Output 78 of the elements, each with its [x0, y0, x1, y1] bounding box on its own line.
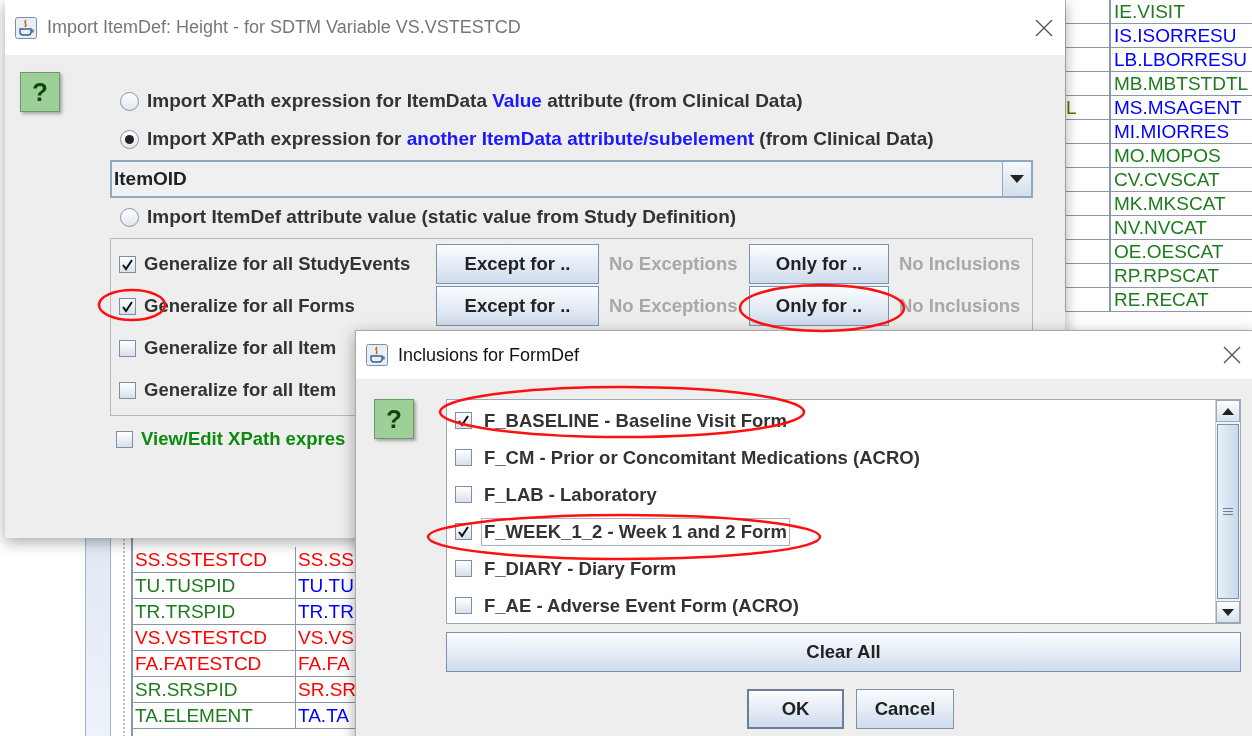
table-cell: RP.RPSCAT — [1114, 264, 1219, 287]
checkbox[interactable] — [119, 339, 136, 357]
radio-button[interactable] — [120, 207, 139, 227]
checkbox[interactable] — [455, 597, 472, 614]
list-item[interactable]: F_DIARY - Diary Form — [481, 554, 680, 583]
checkbox-label: Generalize for all Item — [144, 379, 337, 401]
table-cell: TA.TA — [298, 704, 350, 727]
checkbox[interactable] — [119, 255, 136, 273]
app-icon — [15, 16, 37, 39]
checkbox[interactable] — [119, 381, 136, 399]
radio-button[interactable] — [120, 129, 139, 149]
up-arrow-icon — [1222, 407, 1234, 415]
status-label: No Exceptions — [608, 295, 739, 317]
checkbox[interactable] — [455, 486, 472, 503]
table-cell: IS.ISORRESU — [1114, 24, 1237, 47]
table-cell: CV.CVSCAT — [1114, 168, 1220, 191]
table-cell: LB.LBORRESU — [1114, 48, 1248, 71]
scroll-down-button[interactable] — [1216, 601, 1240, 623]
option-label: Import XPath expression for ItemData Value attribute (from Clinical Data) — [147, 90, 803, 112]
down-arrow-icon — [1222, 608, 1234, 616]
table-cell: SS.SS — [298, 548, 354, 571]
checkbox[interactable] — [119, 297, 136, 315]
list-item[interactable]: F_AE - Adverse Event Form (ACRO) — [481, 591, 802, 620]
table-cell: TR.TRSPID — [135, 600, 236, 623]
table-cell: MO.MOPOS — [1114, 144, 1221, 167]
table-cell: TU.TUSPID — [135, 574, 236, 597]
table-cell: IE.VISIT — [1114, 0, 1185, 23]
close-icon[interactable] — [1035, 18, 1053, 37]
list-item[interactable]: F_LAB - Laboratory — [481, 480, 660, 509]
list-item[interactable]: F_WEEK_1_2 - Week 1 and 2 Form — [481, 517, 790, 546]
scroll-thumb[interactable] — [1217, 424, 1239, 599]
close-icon[interactable] — [1223, 346, 1241, 364]
window-title: Import ItemDef: Height - for SDTM Variable VS.VSTESTCD — [47, 17, 522, 38]
checkbox[interactable] — [455, 449, 472, 466]
scroll-up-button[interactable] — [1216, 400, 1240, 422]
table-cell: NV.NVCAT — [1114, 216, 1207, 239]
except-for-button[interactable]: Except for .. — [436, 286, 599, 326]
only-for-button[interactable]: Only for .. — [749, 286, 889, 326]
table-cell: SS.SSTESTCD — [135, 548, 267, 571]
only-for-button[interactable]: Only for .. — [749, 244, 889, 284]
checkbox-label: Generalize for all StudyEvents — [144, 253, 411, 275]
checkbox[interactable] — [455, 560, 472, 577]
table-cell: TA.ELEMENT — [135, 704, 253, 727]
clear-all-button[interactable]: Clear All — [446, 632, 1241, 672]
status-label: No Exceptions — [608, 253, 739, 275]
checkbox-label: View/Edit XPath expres — [141, 428, 346, 450]
table-cell: RE.RECAT — [1114, 288, 1209, 311]
table-cell: FA.FA — [298, 652, 350, 675]
table-cell: TU.TU — [298, 574, 354, 597]
cancel-button[interactable]: Cancel — [856, 689, 954, 729]
table-cell: SR.SR — [298, 678, 357, 701]
status-label: No Inclusions — [898, 253, 1021, 275]
table-cell: OE.OESCAT — [1114, 240, 1224, 263]
checkbox[interactable] — [116, 430, 133, 448]
table-cell: VS.VSTESTCD — [135, 626, 267, 649]
table-cell: VS.VS — [298, 626, 354, 649]
table-cell: MB.MBTSTDTL — [1114, 72, 1249, 95]
grip-icon — [1223, 508, 1233, 515]
table-cell: MI.MIORRES — [1114, 120, 1230, 143]
table-cell: MS.MSAGENT — [1114, 96, 1242, 119]
except-for-button[interactable]: Except for .. — [436, 244, 599, 284]
radio-button[interactable] — [120, 91, 139, 111]
table-cell: MK.MKSCAT — [1114, 192, 1226, 215]
option-label: Import ItemDef attribute value (static value from Study Definition) — [147, 206, 737, 228]
table-cell: FA.FATESTCD — [135, 652, 262, 675]
window-title: Inclusions for FormDef — [398, 344, 581, 366]
attribute-dropdown[interactable]: ItemOID — [110, 160, 1033, 198]
help-button[interactable]: ? — [374, 399, 414, 439]
table-cell: L — [1066, 96, 1077, 119]
option-label: Import XPath expression for another ItemData attribute/subelement (from Clinical Data) — [147, 128, 934, 150]
caret-icon — [1010, 175, 1024, 183]
help-button[interactable]: ? — [20, 72, 60, 112]
list-item[interactable]: F_CM - Prior or Concomitant Medications (ACRO) — [481, 443, 923, 472]
ok-button[interactable]: OK — [747, 689, 844, 729]
app-icon — [366, 344, 388, 366]
checkbox-label: Generalize for all Item — [144, 337, 337, 359]
table-cell: TR.TR — [298, 600, 354, 623]
table-cell: SR.SRSPID — [135, 678, 238, 701]
